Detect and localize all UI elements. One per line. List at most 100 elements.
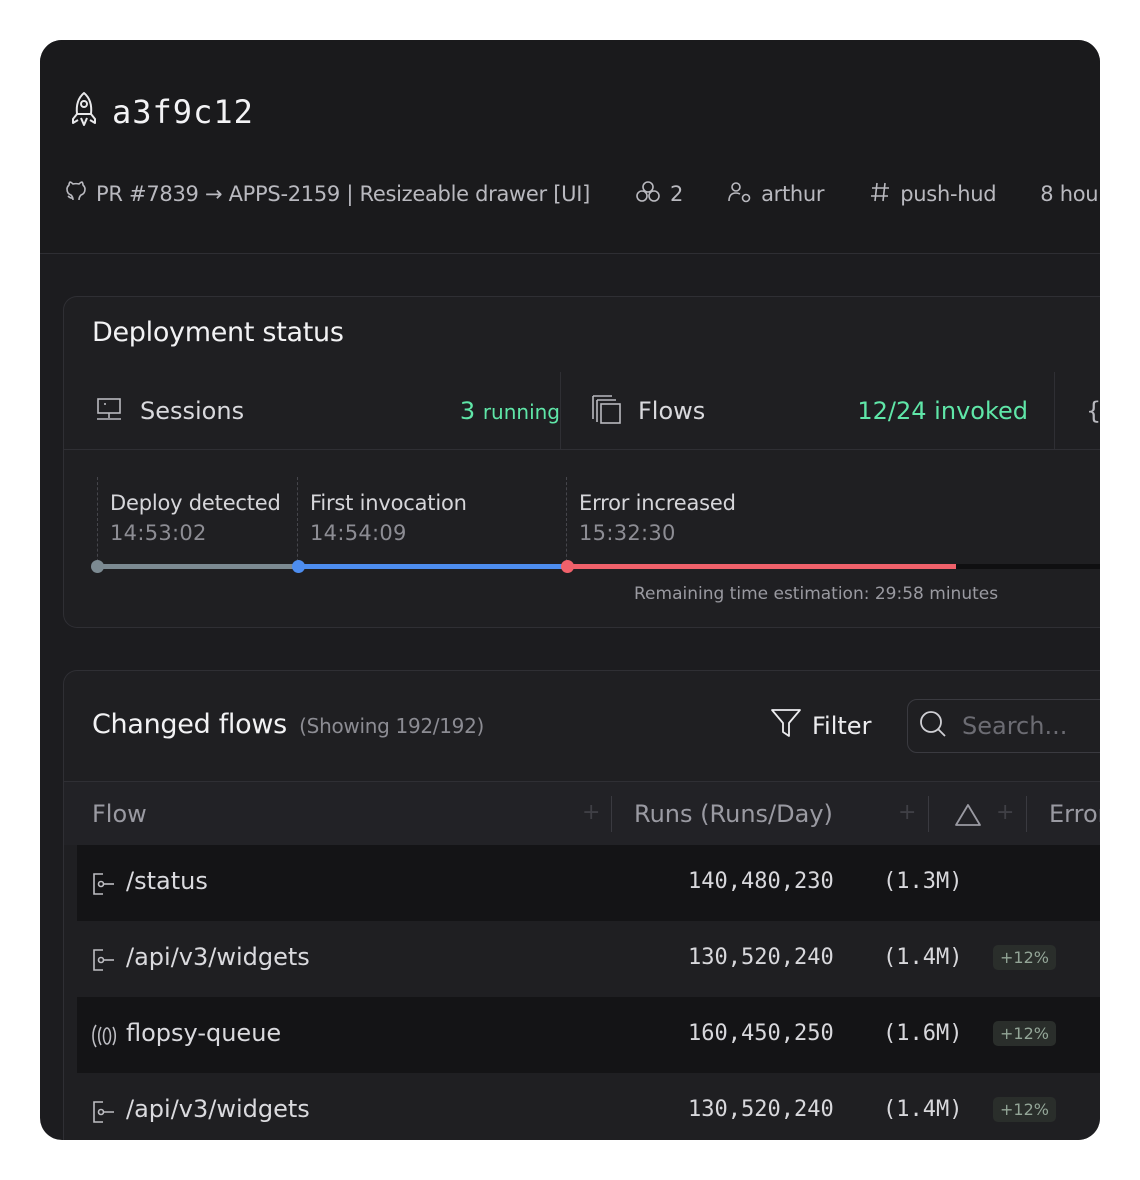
funnel-icon bbox=[770, 707, 802, 745]
http-endpoint-icon bbox=[91, 1099, 117, 1129]
flow-name: /api/v3/widgets bbox=[126, 943, 310, 971]
runs-delta-badge: +12% bbox=[993, 945, 1056, 970]
flows-stat[interactable]: Flows 12/24 invoked bbox=[590, 372, 1028, 450]
timeline-marker-error[interactable] bbox=[561, 560, 574, 573]
queue-icon bbox=[91, 1023, 121, 1053]
timeline-segment-remaining bbox=[956, 564, 1100, 569]
timeline-event-name: Error increased bbox=[579, 491, 736, 515]
http-endpoint-icon bbox=[91, 947, 117, 977]
github-icon bbox=[64, 180, 88, 209]
braces-icon: { bbox=[1086, 397, 1100, 425]
filter-button[interactable]: Filter bbox=[770, 707, 871, 745]
column-separator[interactable] bbox=[1026, 796, 1027, 832]
deploy-header: a3f9c12 PR #7839 → APPS-2159 | Resizeabl… bbox=[40, 40, 1100, 254]
timeline-tick bbox=[97, 477, 98, 567]
author[interactable]: arthur bbox=[727, 180, 825, 209]
deployment-timeline: Deploy detected 14:53:02 First invocatio… bbox=[64, 451, 1100, 629]
channel[interactable]: push-hud bbox=[868, 180, 997, 209]
sessions-suffix: running bbox=[482, 400, 560, 424]
table-row[interactable]: /status 140,480,230 (1.3M) bbox=[77, 845, 1100, 921]
contributors-count[interactable]: 2 bbox=[634, 179, 683, 210]
flow-runs-per-day: (1.4M) bbox=[883, 945, 963, 970]
remaining-time: Remaining time estimation: 29:58 minutes bbox=[634, 584, 999, 604]
column-separator[interactable] bbox=[611, 796, 612, 832]
sessions-stat[interactable]: Sessions 3 running bbox=[94, 372, 560, 450]
search-input[interactable] bbox=[962, 712, 1100, 740]
changed-flows-card: Changed flows (Showing 192/192) Filter F… bbox=[63, 670, 1100, 1140]
flow-runs: 130,520,240 bbox=[688, 1097, 834, 1122]
add-column-icon[interactable]: + bbox=[898, 800, 916, 825]
timeline-event-time: 15:32:30 bbox=[579, 521, 676, 545]
changed-flows-title: Changed flows (Showing 192/192) bbox=[92, 709, 484, 740]
contributors-value: 2 bbox=[670, 182, 684, 206]
timeline-marker-invocation[interactable] bbox=[292, 560, 305, 573]
timeline-tick bbox=[297, 477, 298, 567]
delta-icon[interactable] bbox=[954, 802, 982, 834]
flow-name: /status bbox=[126, 867, 208, 895]
pr-title: PR #7839 → APPS-2159 | Resizeable drawer… bbox=[96, 182, 590, 206]
sessions-count: 3 bbox=[459, 397, 476, 425]
flow-runs: 140,480,230 bbox=[688, 869, 834, 894]
timeline-event-name: First invocation bbox=[310, 491, 467, 515]
timeline-segment-error bbox=[568, 564, 956, 569]
timeline-event: Error increased 15:32:30 bbox=[579, 491, 736, 545]
timeline-event-time: 14:53:02 bbox=[110, 521, 207, 545]
timeline-segment-deploy bbox=[98, 564, 298, 569]
commit-title: a3f9c12 bbox=[70, 90, 254, 134]
hash-icon bbox=[868, 180, 892, 209]
commit-meta: PR #7839 → APPS-2159 | Resizeable drawer… bbox=[64, 178, 1100, 210]
search-icon bbox=[918, 709, 948, 743]
flows-table-header: Flow + Runs (Runs/Day) + + Error bbox=[64, 781, 1100, 845]
flow-runs-per-day: (1.4M) bbox=[883, 1097, 963, 1122]
timeline-marker-deploy[interactable] bbox=[91, 560, 104, 573]
contributors-icon bbox=[634, 179, 662, 210]
time-ago: 8 hours a bbox=[1040, 182, 1100, 206]
flow-runs-per-day: (1.3M) bbox=[883, 869, 963, 894]
timeline-event: Deploy detected 14:53:02 bbox=[110, 491, 281, 545]
column-flow[interactable]: Flow bbox=[92, 800, 147, 828]
table-row[interactable]: /api/v3/widgets 130,520,240 (1.4M) +12% bbox=[77, 1073, 1100, 1140]
flow-runs: 130,520,240 bbox=[688, 945, 834, 970]
author-name: arthur bbox=[761, 182, 825, 206]
commit-hash: a3f9c12 bbox=[112, 93, 254, 131]
http-endpoint-icon bbox=[91, 871, 117, 901]
deployment-status-title: Deployment status bbox=[92, 317, 344, 348]
timeline-segment-invocation bbox=[298, 564, 568, 569]
timeline-event-time: 14:54:09 bbox=[310, 521, 407, 545]
runs-delta-badge: +12% bbox=[993, 1021, 1056, 1046]
sessions-value: 3 running bbox=[460, 397, 560, 425]
changed-flows-heading: Changed flows bbox=[92, 709, 287, 740]
timeline-event-name: Deploy detected bbox=[110, 491, 281, 515]
user-icon bbox=[727, 180, 753, 209]
pull-request-link[interactable]: PR #7839 → APPS-2159 | Resizeable drawer… bbox=[64, 180, 590, 209]
rocket-icon bbox=[70, 90, 98, 134]
flows-value: 12/24 invoked bbox=[857, 397, 1028, 425]
timeline-event: First invocation 14:54:09 bbox=[310, 491, 467, 545]
more-stat[interactable]: { bbox=[1086, 372, 1100, 450]
monitor-icon bbox=[94, 395, 124, 427]
add-column-icon[interactable]: + bbox=[996, 800, 1014, 825]
flow-name: flopsy-queue bbox=[126, 1019, 282, 1047]
flow-name: /api/v3/widgets bbox=[126, 1095, 310, 1123]
stat-divider bbox=[1054, 372, 1055, 450]
column-errors[interactable]: Error bbox=[1049, 800, 1100, 828]
time-ago-text: 8 hours a bbox=[1040, 182, 1100, 206]
sessions-label: Sessions bbox=[140, 397, 245, 425]
table-row[interactable]: flopsy-queue 160,450,250 (1.6M) +12% bbox=[77, 997, 1100, 1073]
column-separator[interactable] bbox=[928, 796, 929, 832]
deployment-stats: Sessions 3 running Flows 12/24 invoked { bbox=[64, 372, 1100, 450]
timeline-tick bbox=[566, 477, 567, 567]
column-runs[interactable]: Runs (Runs/Day) bbox=[634, 800, 833, 828]
deployment-status-card: Deployment status Sessions 3 running Flo… bbox=[63, 296, 1100, 628]
filter-label: Filter bbox=[812, 712, 872, 740]
channel-name: push-hud bbox=[900, 182, 997, 206]
flows-stack-icon bbox=[590, 393, 622, 429]
flow-runs-per-day: (1.6M) bbox=[883, 1021, 963, 1046]
table-row[interactable]: /api/v3/widgets 130,520,240 (1.4M) +12% bbox=[77, 921, 1100, 997]
search-box[interactable] bbox=[907, 699, 1100, 753]
flows-label: Flows bbox=[638, 397, 706, 425]
stat-divider bbox=[560, 372, 561, 450]
changed-flows-count: (Showing 192/192) bbox=[299, 714, 485, 738]
add-column-icon[interactable]: + bbox=[582, 800, 600, 825]
deploy-window: a3f9c12 PR #7839 → APPS-2159 | Resizeabl… bbox=[40, 40, 1100, 1140]
